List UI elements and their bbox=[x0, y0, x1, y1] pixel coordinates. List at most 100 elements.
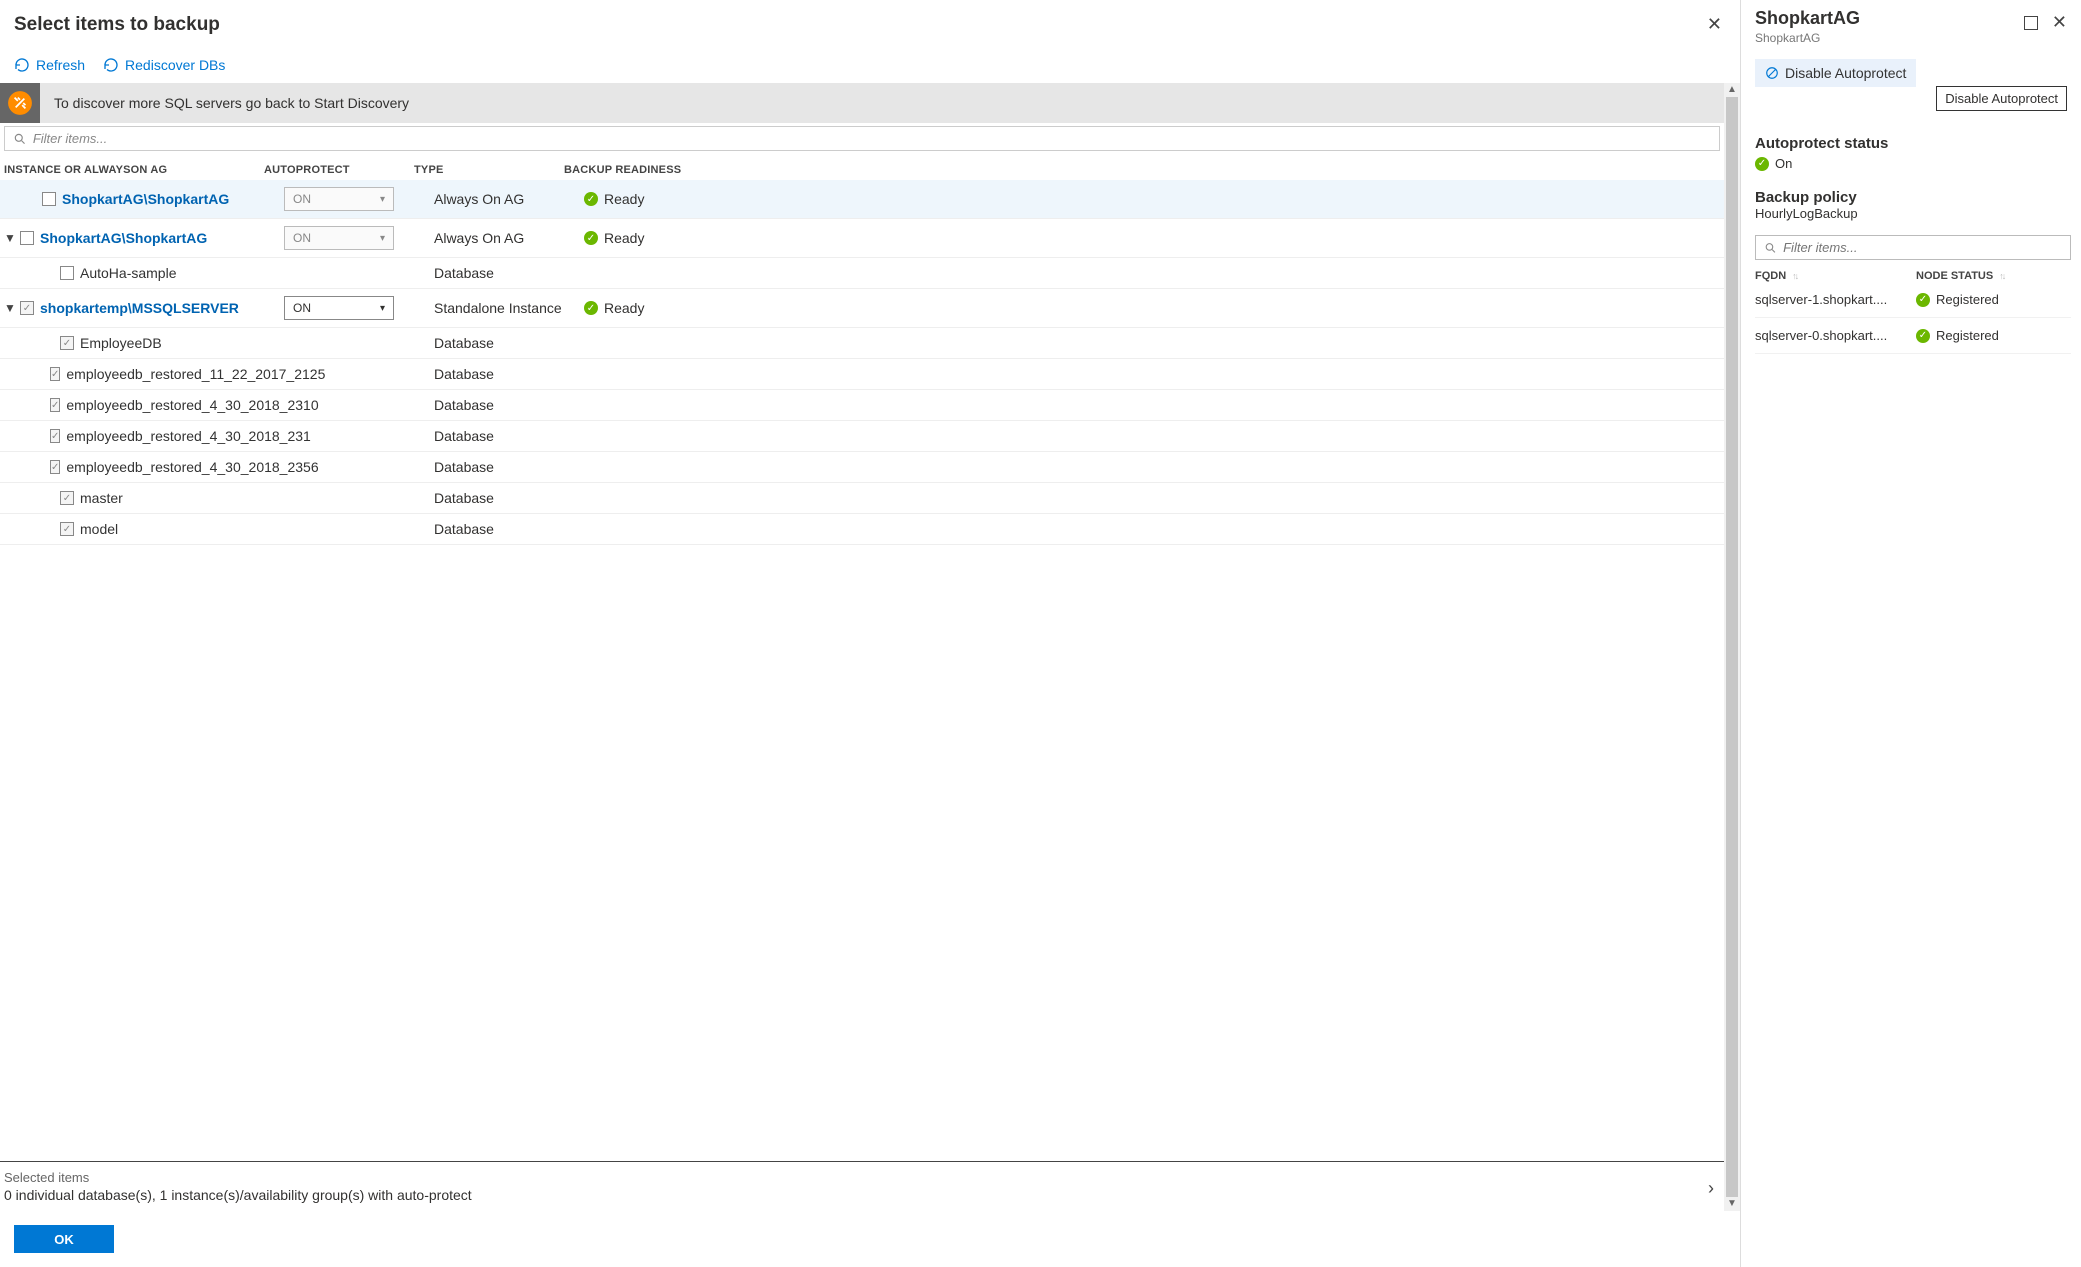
chevron-down-icon: ▾ bbox=[380, 303, 385, 314]
table-row[interactable]: ShopkartAG\ShopkartAGON▾Always On AG✓Rea… bbox=[0, 180, 1724, 219]
backup-policy-title: Backup policy bbox=[1755, 189, 2071, 206]
type-cell: Database bbox=[434, 459, 584, 475]
discovery-banner: To discover more SQL servers go back to … bbox=[0, 83, 1724, 123]
registered-ok-icon: ✓ bbox=[1916, 293, 1930, 307]
scroll-down-icon[interactable]: ▼ bbox=[1724, 1197, 1740, 1211]
fqdn-cell: sqlserver-0.shopkart.... bbox=[1755, 328, 1910, 343]
table-row[interactable]: employeedb_restored_4_30_2018_231 Databas… bbox=[0, 421, 1724, 452]
maximize-icon[interactable] bbox=[2024, 16, 2038, 30]
ok-button[interactable]: OK bbox=[14, 1225, 114, 1253]
table-row[interactable]: modelDatabase bbox=[0, 514, 1724, 545]
detail-title: ShopkartAG bbox=[1755, 8, 1860, 29]
checkbox[interactable] bbox=[42, 192, 56, 206]
col-type: TYPE bbox=[414, 164, 564, 176]
autoprotect-select[interactable]: ON▾ bbox=[284, 296, 394, 320]
filter-box[interactable] bbox=[4, 126, 1720, 151]
scroll-thumb[interactable] bbox=[1726, 97, 1738, 1197]
database-name: employeedb_restored_11_22_2017_2125 bbox=[66, 366, 325, 382]
instance-link[interactable]: ShopkartAG\ShopkartAG bbox=[40, 230, 207, 246]
type-cell: Database bbox=[434, 397, 584, 413]
type-cell: Database bbox=[434, 366, 584, 382]
close-detail-icon[interactable]: ✕ bbox=[2048, 8, 2071, 37]
checkbox[interactable] bbox=[20, 301, 34, 315]
column-headers: INSTANCE OR ALWAYSON AG AUTOPROTECT TYPE… bbox=[0, 154, 1724, 180]
ready-ok-icon: ✓ bbox=[584, 301, 598, 315]
selected-footer[interactable]: Selected items 0 individual database(s),… bbox=[0, 1161, 1724, 1211]
chevron-right-icon[interactable]: › bbox=[1702, 1170, 1720, 1207]
scrollbar[interactable]: ▲ ▼ bbox=[1724, 83, 1740, 1211]
ready-text: Ready bbox=[604, 230, 644, 246]
autoprotect-select[interactable]: ON▾ bbox=[284, 226, 394, 250]
node-status: Registered bbox=[1936, 328, 1999, 343]
table-row[interactable]: AutoHa-sampleDatabase bbox=[0, 258, 1724, 289]
table-row[interactable]: employeedb_restored_11_22_2017_2125 Datab… bbox=[0, 359, 1724, 390]
type-cell: Database bbox=[434, 490, 584, 506]
checkbox[interactable] bbox=[60, 336, 74, 350]
prohibit-icon bbox=[1765, 66, 1779, 80]
banner-text: To discover more SQL servers go back to … bbox=[54, 87, 409, 119]
refresh-label: Refresh bbox=[36, 57, 85, 73]
chevron-down-icon: ▾ bbox=[380, 233, 385, 244]
fqdn-cell: sqlserver-1.shopkart.... bbox=[1755, 292, 1910, 307]
ready-text: Ready bbox=[604, 300, 644, 316]
close-icon[interactable]: ✕ bbox=[1703, 10, 1726, 39]
tooltip: Disable Autoprotect bbox=[1936, 86, 2067, 111]
node-filter-input[interactable] bbox=[1783, 240, 2062, 255]
backup-policy-value: HourlyLogBackup bbox=[1755, 206, 2071, 221]
caret-icon[interactable]: ▼ bbox=[4, 231, 14, 245]
caret-icon[interactable]: ▼ bbox=[4, 301, 14, 315]
table-row[interactable]: EmployeeDB Database bbox=[0, 328, 1724, 359]
rediscover-label: Rediscover DBs bbox=[125, 57, 225, 73]
scroll-up-icon[interactable]: ▲ bbox=[1724, 83, 1740, 97]
type-cell: Database bbox=[434, 428, 584, 444]
table-row[interactable]: master Database bbox=[0, 483, 1724, 514]
col-node-status[interactable]: NODE STATUS↑↓ bbox=[1916, 270, 2071, 282]
checkbox[interactable] bbox=[60, 522, 74, 536]
type-cell: Always On AG bbox=[434, 230, 584, 246]
instance-link[interactable]: ShopkartAG\ShopkartAG bbox=[62, 191, 229, 207]
database-name: employeedb_restored_4_30_2018_231 bbox=[66, 428, 310, 444]
checkbox[interactable] bbox=[50, 429, 60, 443]
checkbox[interactable] bbox=[20, 231, 34, 245]
checkbox[interactable] bbox=[50, 398, 60, 412]
type-cell: Database bbox=[434, 521, 584, 537]
database-name: employeedb_restored_4_30_2018_2356 bbox=[66, 459, 318, 475]
col-autoprotect: AUTOPROTECT bbox=[264, 164, 414, 176]
table-row[interactable]: employeedb_restored_4_30_2018_2310Databa… bbox=[0, 390, 1724, 421]
tools-icon bbox=[0, 83, 40, 123]
disable-autoprotect-button[interactable]: Disable Autoprotect bbox=[1755, 59, 1916, 87]
search-icon bbox=[1764, 241, 1777, 255]
registered-ok-icon: ✓ bbox=[1916, 329, 1930, 343]
type-cell: Always On AG bbox=[434, 191, 584, 207]
rediscover-icon bbox=[103, 57, 119, 73]
instance-link[interactable]: shopkartemp\MSSQLSERVER bbox=[40, 300, 239, 316]
checkbox[interactable] bbox=[50, 460, 60, 474]
checkbox[interactable] bbox=[60, 266, 74, 280]
database-name: AutoHa-sample bbox=[80, 265, 177, 281]
col-fqdn[interactable]: FQDN↑↓ bbox=[1755, 270, 1910, 282]
detail-subtitle: ShopkartAG bbox=[1755, 31, 1860, 45]
node-row: sqlserver-1.shopkart....✓Registered bbox=[1755, 282, 2071, 318]
rediscover-button[interactable]: Rediscover DBs bbox=[103, 57, 225, 73]
table-row[interactable]: ▼ shopkartemp\MSSQLSERVER ON▾ Standalone In… bbox=[0, 289, 1724, 328]
table-row[interactable]: employeedb_restored_4_30_2018_2356 Databa… bbox=[0, 452, 1724, 483]
selected-label: Selected items bbox=[4, 1170, 1702, 1185]
col-readiness: BACKUP READINESS bbox=[564, 164, 744, 176]
type-cell: Standalone Instance bbox=[434, 300, 584, 316]
filter-input[interactable] bbox=[33, 131, 1711, 146]
status-ok-icon: ✓ bbox=[1755, 157, 1769, 171]
autoprotect-select[interactable]: ON▾ bbox=[284, 187, 394, 211]
checkbox[interactable] bbox=[60, 491, 74, 505]
ready-text: Ready bbox=[604, 191, 644, 207]
page-title: Select items to backup bbox=[14, 14, 220, 36]
ready-ok-icon: ✓ bbox=[584, 231, 598, 245]
database-name: EmployeeDB bbox=[80, 335, 162, 351]
checkbox[interactable] bbox=[50, 367, 60, 381]
node-filter-box[interactable] bbox=[1755, 235, 2071, 260]
table-row[interactable]: ▼ ShopkartAG\ShopkartAG ON▾ Always On AG✓ Re… bbox=[0, 219, 1724, 258]
refresh-button[interactable]: Refresh bbox=[14, 57, 85, 73]
type-cell: Database bbox=[434, 335, 584, 351]
sort-icon: ↑↓ bbox=[1792, 271, 1797, 281]
database-name: master bbox=[80, 490, 123, 506]
autoprotect-status-title: Autoprotect status bbox=[1755, 135, 2071, 152]
